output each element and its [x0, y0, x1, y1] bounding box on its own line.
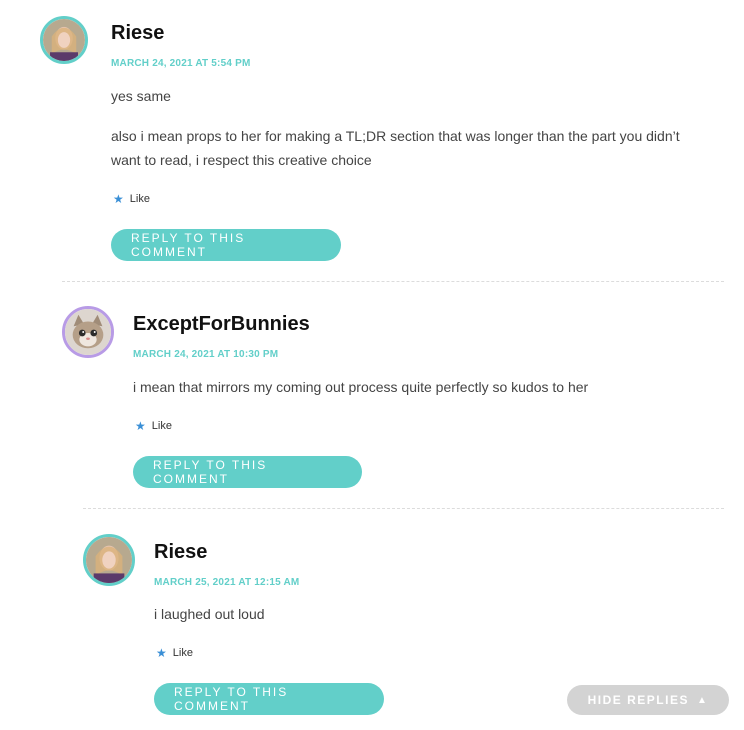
comment-paragraph: i mean that mirrors my coming out proces… — [133, 379, 589, 395]
like-button[interactable]: ★ Like — [135, 420, 172, 432]
divider — [62, 281, 724, 282]
comment-date[interactable]: MARCH 25, 2021 AT 12:15 AM — [154, 577, 299, 588]
triangle-up-icon: ▲ — [696, 694, 709, 706]
star-icon: ★ — [135, 419, 146, 433]
like-label: Like — [129, 193, 150, 205]
comment-author[interactable]: Riese — [111, 22, 164, 45]
avatar[interactable] — [40, 16, 88, 64]
like-button[interactable]: ★ Like — [156, 647, 193, 659]
star-icon: ★ — [113, 192, 124, 206]
hide-replies-button[interactable]: HIDE REPLIES ▲ — [567, 685, 729, 715]
comment-paragraph: i laughed out loud — [154, 606, 265, 622]
comment-author[interactable]: Riese — [154, 541, 207, 564]
like-label: Like — [172, 647, 193, 659]
hide-replies-label: HIDE REPLIES — [587, 693, 689, 707]
comment-date[interactable]: MARCH 24, 2021 AT 5:54 PM — [111, 58, 251, 69]
reply-button[interactable]: REPLY TO THIS COMMENT — [111, 229, 341, 261]
avatar-image — [65, 309, 111, 355]
avatar[interactable] — [62, 306, 114, 358]
comment-date[interactable]: MARCH 24, 2021 AT 10:30 PM — [133, 349, 278, 360]
comment-author[interactable]: ExceptForBunnies — [133, 313, 310, 336]
comment-paragraph: yes same — [111, 88, 171, 104]
avatar-image — [86, 537, 132, 583]
like-button[interactable]: ★ Like — [113, 193, 150, 205]
divider — [83, 508, 724, 509]
avatar[interactable] — [83, 534, 135, 586]
reply-button[interactable]: REPLY TO THIS COMMENT — [154, 683, 384, 715]
like-label: Like — [151, 420, 172, 432]
comment-paragraph: also i mean props to her for making a TL… — [111, 128, 680, 168]
reply-button[interactable]: REPLY TO THIS COMMENT — [133, 456, 362, 488]
star-icon: ★ — [156, 646, 167, 660]
avatar-image — [43, 19, 85, 61]
